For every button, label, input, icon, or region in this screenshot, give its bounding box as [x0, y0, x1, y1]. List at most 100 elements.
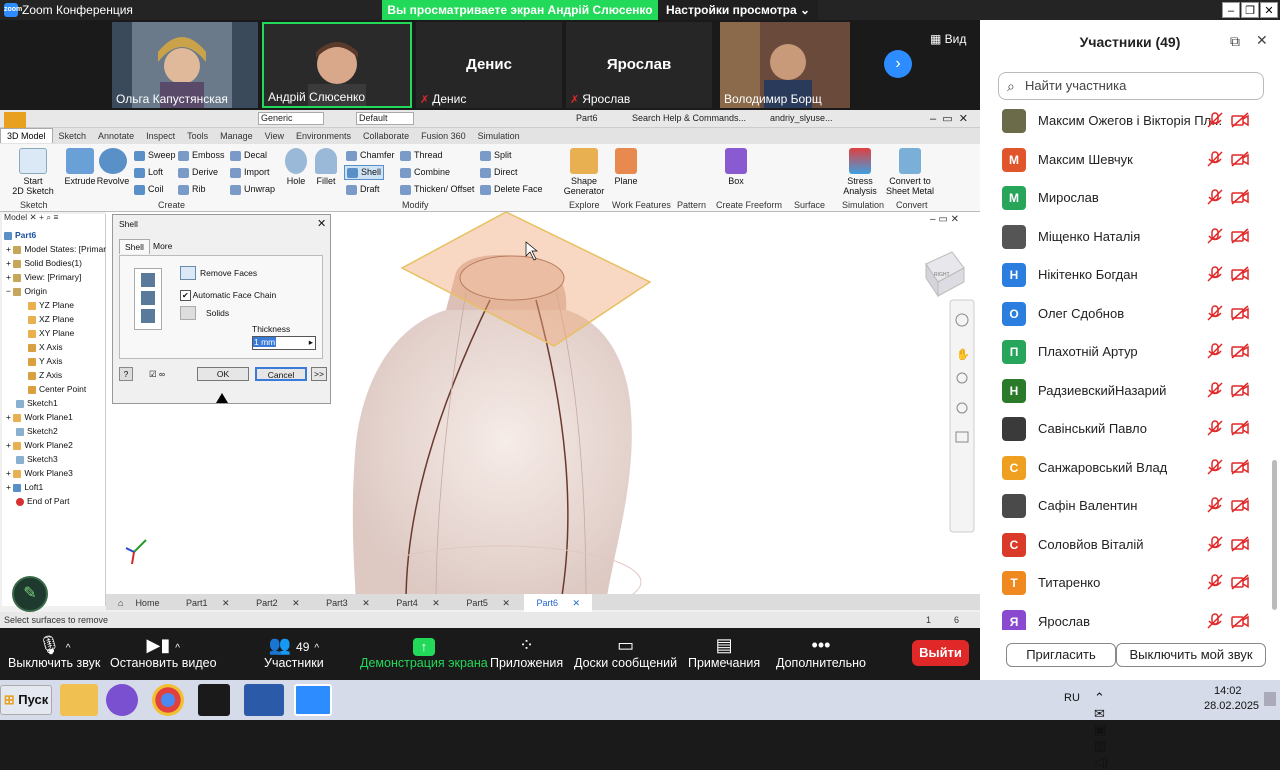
- doc-tab-part2[interactable]: Part2 ✕: [244, 594, 312, 613]
- word-icon[interactable]: [244, 684, 284, 716]
- browser-node[interactable]: YZ Plane: [28, 300, 74, 310]
- add-browser-button[interactable]: +: [39, 212, 44, 222]
- doc-tab-part1[interactable]: Part1 ✕: [174, 594, 242, 613]
- video-tile-3[interactable]: Денис ✗ Денис: [416, 22, 562, 108]
- help-search[interactable]: Search Help & Commands...: [632, 113, 746, 123]
- browser-node[interactable]: Center Point: [28, 384, 86, 394]
- participant-row[interactable]: С Соловйов Віталій: [1000, 526, 1262, 564]
- preview-toggle[interactable]: ☑ ∞: [149, 369, 165, 380]
- video-off-icon[interactable]: [1230, 342, 1250, 360]
- whiteboards-button[interactable]: ▭ Доски сообщений: [574, 634, 677, 670]
- tab-shell[interactable]: Shell: [119, 239, 150, 254]
- annotate-pen-icon[interactable]: ✎: [12, 576, 48, 612]
- mute-button[interactable]: 🎙 ^ Выключить звук: [8, 634, 100, 670]
- video-tile-5[interactable]: Володимир Борщ: [720, 22, 850, 108]
- tab-manage[interactable]: Manage: [214, 129, 259, 143]
- appearance-select[interactable]: Default: [356, 112, 414, 125]
- derive-button[interactable]: Derive: [178, 167, 218, 178]
- mic-muted-icon[interactable]: [1206, 419, 1224, 437]
- mic-muted-icon[interactable]: [1206, 496, 1224, 514]
- doc-tab-home[interactable]: ⌂ Home: [106, 594, 171, 612]
- close-icon[interactable]: ✕: [496, 596, 516, 611]
- viber-icon[interactable]: [106, 684, 138, 716]
- video-tile-2[interactable]: Андрій Слюсенко: [262, 22, 412, 108]
- participant-row[interactable]: Я Ярослав: [1000, 603, 1262, 630]
- participant-row[interactable]: Н РадзиевскийНазарий: [1000, 372, 1262, 410]
- mic-muted-icon[interactable]: [1206, 227, 1224, 245]
- shape-generator-button[interactable]: Shape Generator: [562, 148, 606, 196]
- expand-arrow-icon[interactable]: [216, 393, 228, 403]
- doc-tab-part4[interactable]: Part4 ✕: [384, 594, 452, 613]
- start-sketch-button[interactable]: Start 2D Sketch: [8, 148, 58, 196]
- pan-icon[interactable]: ✋: [956, 348, 970, 361]
- more-button[interactable]: >>: [311, 367, 327, 381]
- mic-muted-icon[interactable]: [1206, 342, 1224, 360]
- split-button[interactable]: Split: [480, 150, 512, 161]
- view-button[interactable]: ▦ Вид: [930, 32, 966, 46]
- convert-sheet-metal-button[interactable]: Convert to Sheet Metal: [884, 148, 936, 196]
- doc-tab-part5[interactable]: Part5 ✕: [454, 594, 522, 613]
- close-icon[interactable]: ✕: [216, 596, 236, 611]
- close-icon[interactable]: ✕: [566, 596, 586, 611]
- material-select[interactable]: Generic: [258, 112, 324, 125]
- cancel-button[interactable]: Cancel: [255, 367, 307, 381]
- close-button[interactable]: ✕: [1260, 2, 1278, 18]
- import-button[interactable]: Import: [230, 167, 270, 178]
- participant-row[interactable]: М Мирослав: [1000, 179, 1262, 217]
- participant-row[interactable]: Максим Ожегов і Вікторія Пл...: [1000, 102, 1262, 140]
- video-off-icon[interactable]: [1230, 227, 1250, 245]
- browser-node[interactable]: + Work Plane1: [6, 412, 73, 422]
- video-off-icon[interactable]: [1230, 612, 1250, 630]
- participant-row[interactable]: П Плахотній Артур: [1000, 333, 1262, 371]
- mic-muted-icon[interactable]: [1206, 612, 1224, 630]
- browser-node[interactable]: Z Axis: [28, 370, 62, 380]
- loft-button[interactable]: Loft: [134, 167, 163, 178]
- thicken-offset-button[interactable]: Thicken/ Offset: [400, 184, 474, 195]
- more-button[interactable]: ••• Дополнительно: [776, 634, 866, 670]
- mic-muted-icon[interactable]: [1206, 304, 1224, 322]
- participant-row[interactable]: О Олег Сдобнов: [1000, 295, 1262, 333]
- video-off-icon[interactable]: [1230, 419, 1250, 437]
- revolve-button[interactable]: Revolve: [96, 148, 130, 186]
- emboss-button[interactable]: Emboss: [178, 150, 225, 161]
- menu-icon[interactable]: ≡: [54, 212, 59, 222]
- solids-button[interactable]: Solids: [180, 306, 229, 320]
- tab-view[interactable]: View: [259, 129, 290, 143]
- video-tile-1[interactable]: Ольга Капустянская: [112, 22, 258, 108]
- close-icon[interactable]: ✕: [356, 596, 376, 611]
- close-icon[interactable]: ✕: [426, 596, 446, 611]
- minimize-button[interactable]: –: [1222, 2, 1240, 18]
- explorer-icon[interactable]: [60, 684, 98, 716]
- combine-button[interactable]: Combine: [400, 167, 450, 178]
- participant-row[interactable]: Савінський Павло: [1000, 410, 1262, 448]
- share-screen-button[interactable]: ↑ Демонстрация экрана: [360, 634, 488, 670]
- mic-muted-icon[interactable]: [1206, 265, 1224, 283]
- browser-node[interactable]: + Model States: [Primary]: [6, 244, 113, 254]
- browser-node[interactable]: XZ Plane: [28, 314, 74, 324]
- restore-button[interactable]: ❐: [1241, 2, 1259, 18]
- tab-environments[interactable]: Environments: [290, 129, 357, 143]
- stress-analysis-button[interactable]: Stress Analysis: [840, 148, 880, 196]
- tab-inspect[interactable]: Inspect: [140, 129, 181, 143]
- participants-button[interactable]: 👥 49 ^ Участники: [264, 634, 324, 670]
- browser-node[interactable]: Sketch3: [16, 454, 58, 464]
- video-off-icon[interactable]: [1230, 573, 1250, 591]
- mic-muted-icon[interactable]: [1206, 535, 1224, 553]
- tab-tools[interactable]: Tools: [181, 129, 214, 143]
- video-off-icon[interactable]: [1230, 496, 1250, 514]
- inventor-window-controls[interactable]: – ▭ ✕: [930, 112, 968, 125]
- doc-tab-part3[interactable]: Part3 ✕: [314, 594, 382, 613]
- thickness-input[interactable]: 1 mm ▸: [252, 336, 316, 350]
- start-button[interactable]: ⊞ Пуск: [0, 685, 52, 715]
- doc-tab-part6[interactable]: Part6 ✕: [524, 594, 593, 613]
- viewport-window-controls[interactable]: – ▭ ✕: [930, 214, 959, 225]
- notes-button[interactable]: ▤ Примечания: [688, 634, 760, 670]
- participant-row[interactable]: М Максим Шевчук: [1000, 141, 1262, 179]
- browser-node[interactable]: + Work Plane2: [6, 440, 73, 450]
- browser-node[interactable]: XY Plane: [28, 328, 74, 338]
- view-settings-button[interactable]: Настройки просмотра ⌄: [658, 0, 818, 20]
- close-icon[interactable]: ✕: [30, 212, 37, 222]
- mic-muted-icon[interactable]: [1206, 150, 1224, 168]
- navigation-bar[interactable]: [949, 299, 975, 533]
- shell-button[interactable]: Shell: [344, 165, 385, 180]
